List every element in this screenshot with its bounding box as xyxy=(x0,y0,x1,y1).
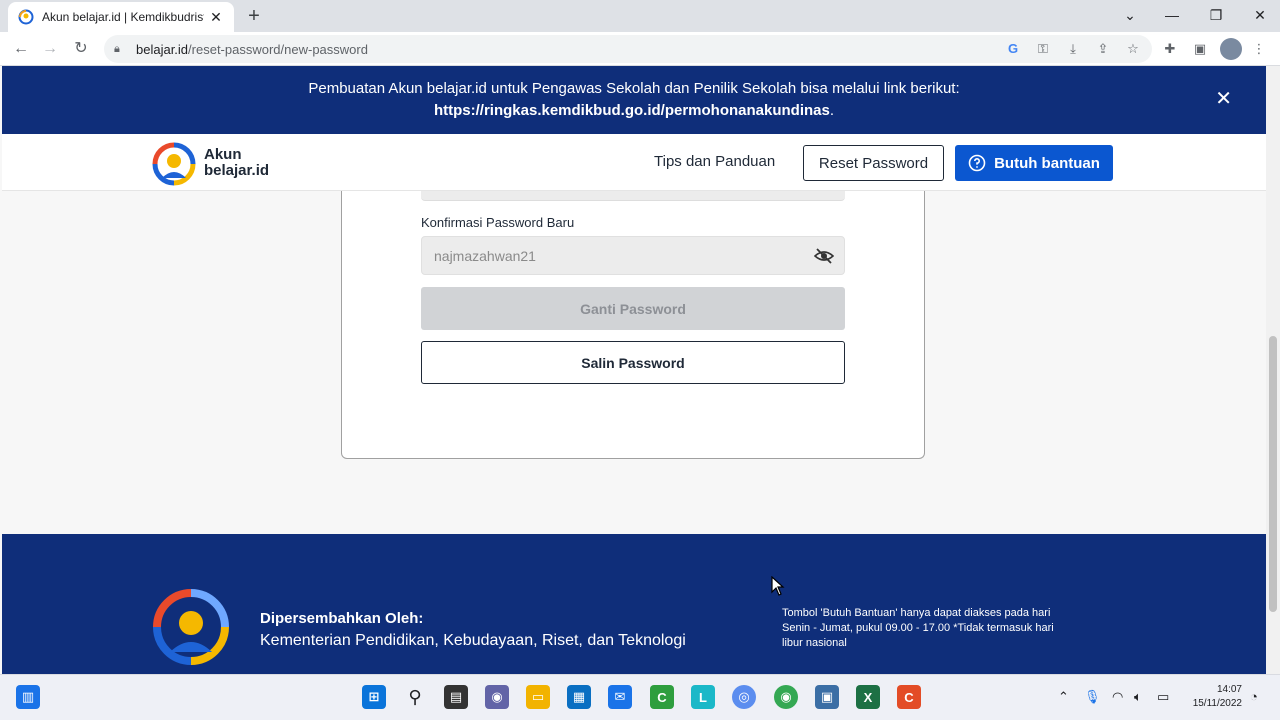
teams-chat-icon[interactable]: ◉ xyxy=(485,685,509,709)
forward-arrow-icon[interactable]: → xyxy=(38,37,62,61)
minimize-icon[interactable]: — xyxy=(1150,0,1194,30)
browser-toolbar: ← → ↻ 🔒︎ belajar.id/reset-password/new-p… xyxy=(0,32,1280,66)
page-scrollbar[interactable] xyxy=(1266,66,1280,674)
scrollbar-thumb[interactable] xyxy=(1269,336,1277,612)
restore-icon[interactable]: ❐ xyxy=(1194,0,1238,30)
browser-tab[interactable]: Akun belajar.id | Kemdikbudriste ✕ xyxy=(8,2,234,32)
browser-app-icon[interactable]: ◎ xyxy=(732,685,756,709)
back-arrow-icon[interactable]: ← xyxy=(9,37,33,61)
notification-icon[interactable]: ◔ xyxy=(1250,689,1258,704)
start-windows-icon[interactable]: ⊞ xyxy=(362,685,386,709)
lock-icon: 🔒︎ xyxy=(114,42,120,55)
battery-icon[interactable]: ▭ xyxy=(1157,689,1169,705)
camtasia-recorder-icon[interactable]: C xyxy=(897,685,921,709)
question-circle-icon xyxy=(968,154,986,172)
widgets-icon[interactable]: ▥ xyxy=(16,685,40,709)
mouse-cursor-icon xyxy=(771,576,785,596)
url-host: belajar.id xyxy=(136,41,189,57)
eye-slash-icon[interactable] xyxy=(814,247,834,265)
wifi-icon[interactable]: ◠ xyxy=(1112,689,1123,705)
bookmark-star-icon[interactable]: ☆ xyxy=(1124,40,1142,58)
help-button-label: Butuh bantuan xyxy=(994,154,1100,172)
network-app-icon[interactable]: ▣ xyxy=(815,685,839,709)
search-icon[interactable]: ⚲ xyxy=(403,685,427,709)
task-view-icon[interactable]: ▤ xyxy=(444,685,468,709)
tips-link[interactable]: Tips dan Panduan xyxy=(654,153,775,170)
browser-tab-strip: Akun belajar.id | Kemdikbudriste ✕ + ⌄ —… xyxy=(0,0,1280,32)
banner-close-icon[interactable]: ✕ xyxy=(1215,88,1232,110)
taskbar-clock[interactable]: 14:07 15/11/2022 xyxy=(1184,683,1242,711)
announcement-banner: Pembuatan Akun belajar.id untuk Pengawas… xyxy=(2,66,1266,134)
url-path: /reset-password/new-password xyxy=(188,41,368,57)
confirm-password-label: Konfirmasi Password Baru xyxy=(421,215,575,230)
page-viewport: Pembuatan Akun belajar.id untuk Pengawas… xyxy=(0,66,1266,674)
site-header: Akun belajar.id Tips dan Panduan Reset P… xyxy=(2,134,1266,191)
banner-text: Pembuatan Akun belajar.id untuk Pengawas… xyxy=(308,80,960,97)
chrome-icon[interactable]: ◉ xyxy=(774,685,798,709)
copy-password-button[interactable]: Salin Password xyxy=(421,341,845,384)
belajar-favicon-icon xyxy=(18,9,34,25)
excel-icon[interactable]: X xyxy=(856,685,880,709)
logo-line-2: belajar.id xyxy=(204,162,270,179)
browser-menu-icon[interactable]: ⋮ xyxy=(1250,40,1268,58)
banner-link[interactable]: https://ringkas.kemdikbud.go.id/permohon… xyxy=(434,102,830,119)
clock-time: 14:07 xyxy=(1216,684,1242,695)
address-bar[interactable]: 🔒︎ belajar.id/reset-password/new-passwor… xyxy=(104,35,1152,63)
window-close-icon[interactable]: ✕ xyxy=(1238,0,1280,30)
share-icon[interactable]: ⇪ xyxy=(1094,40,1112,58)
belajar-logo-icon[interactable] xyxy=(152,142,196,186)
reload-icon[interactable]: ↻ xyxy=(69,37,93,61)
file-explorer-icon[interactable]: ▭ xyxy=(526,685,550,709)
confirm-password-input[interactable]: najmazahwan21 xyxy=(421,236,845,275)
l-app-icon[interactable]: L xyxy=(691,685,715,709)
reset-password-card: Konfirmasi Password Baru najmazahwan21 G… xyxy=(341,191,925,459)
side-panel-icon[interactable]: ▣ xyxy=(1191,40,1209,58)
tab-search-chevron-icon[interactable]: ⌄ xyxy=(1108,0,1152,30)
new-password-input[interactable] xyxy=(421,191,845,201)
footer-presented-by: Dipersembahkan Oleh: xyxy=(260,610,424,627)
install-app-icon[interactable]: ⤓ xyxy=(1064,40,1082,58)
change-password-button[interactable]: Ganti Password xyxy=(421,287,845,330)
footer-logo-icon xyxy=(153,589,229,665)
camtasia-icon[interactable]: C xyxy=(650,685,674,709)
microsoft-store-icon[interactable]: ▦ xyxy=(567,685,591,709)
volume-icon[interactable]: 🔈︎ xyxy=(1134,689,1142,705)
new-tab-icon[interactable]: + xyxy=(244,4,264,28)
confirm-password-value: najmazahwan21 xyxy=(434,247,536,264)
reset-password-button[interactable]: Reset Password xyxy=(803,145,944,181)
tab-close-icon[interactable]: ✕ xyxy=(208,9,224,26)
site-footer: Dipersembahkan Oleh: Kementerian Pendidi… xyxy=(2,534,1266,674)
banner-link-suffix: . xyxy=(829,102,835,119)
tab-title: Akun belajar.id | Kemdikbudriste xyxy=(42,10,204,24)
mail-icon[interactable]: ✉ xyxy=(608,685,632,709)
extensions-puzzle-icon[interactable]: ✚ xyxy=(1161,40,1179,58)
footer-help-note: Tombol 'Butuh Bantuan' hanya dapat diaks… xyxy=(782,607,1054,649)
logo-line-1: Akun xyxy=(204,146,242,163)
key-icon[interactable]: ⚿ xyxy=(1034,40,1052,58)
google-translate-icon[interactable]: G xyxy=(1004,40,1022,58)
logo-wordmark[interactable]: Akun belajar.id xyxy=(204,147,269,179)
help-button[interactable]: Butuh bantuan xyxy=(955,145,1113,181)
profile-avatar[interactable] xyxy=(1220,38,1242,60)
footer-organization: Kementerian Pendidikan, Kebudayaan, Rise… xyxy=(260,632,686,649)
microphone-icon[interactable]: 🎙︎ xyxy=(1084,689,1101,705)
windows-taskbar: ▥ ⊞ ⚲ ▤ ◉ ▭ ▦ ✉ C L ◎ ◉ ▣ X C ⌃ 🎙︎ ◠ 🔈︎ … xyxy=(0,674,1280,720)
tray-chevron-up-icon[interactable]: ⌃ xyxy=(1058,689,1069,705)
clock-date: 15/11/2022 xyxy=(1192,698,1242,709)
